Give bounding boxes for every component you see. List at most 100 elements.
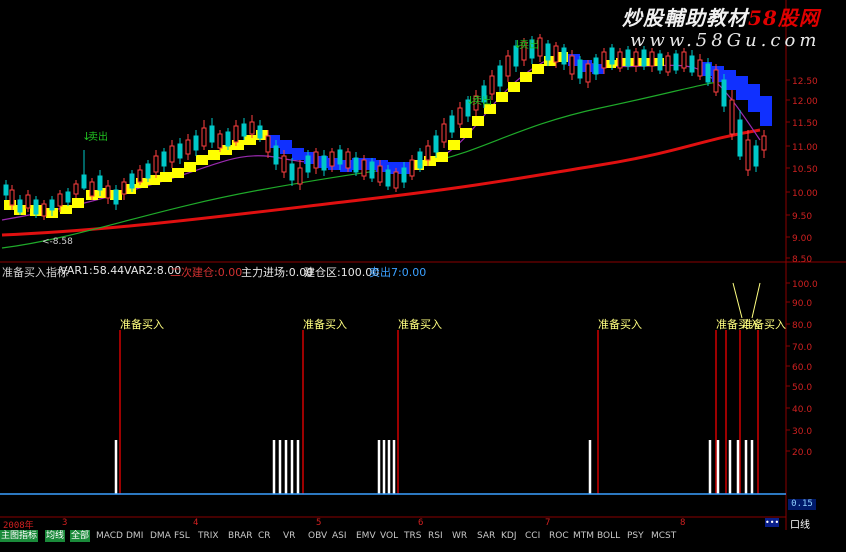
month-label: 4 (193, 518, 199, 528)
scroll-more-button[interactable]: ••• (765, 518, 779, 527)
main-force-value: 主力进场:0.00 (241, 266, 314, 279)
month-label: 5 (316, 518, 322, 528)
indicator-tab[interactable]: ASI (331, 530, 348, 542)
candle-body (257, 125, 263, 139)
candle-body (3, 184, 9, 196)
price-tick-label: 10.00 (792, 189, 818, 199)
price-tick-label: 11.00 (792, 143, 818, 153)
indicator-tab[interactable]: FSL (173, 530, 191, 542)
indicator-tab[interactable]: VOL (379, 530, 399, 542)
candle-body (89, 181, 95, 197)
candle-body (593, 57, 599, 75)
candle-body (65, 191, 71, 203)
candle-body (361, 159, 367, 177)
indicator-tab[interactable]: SAR (476, 530, 496, 542)
bear-band-segment (280, 140, 292, 154)
indicator-tab[interactable]: 均线 (45, 530, 66, 542)
candle-body (305, 155, 311, 173)
watermark-text: 炒股輔助教材 (622, 6, 748, 30)
stock-chart-window[interactable]: 12.50 12.00 11.50 11.00 10.50 10.00 9.50 9.00 8.… (0, 0, 846, 552)
candle-body (665, 55, 671, 73)
indicator-tab-bar[interactable]: 主图指标 均线 全部 MACD DMI DMA FSL TRIX BRAR CR VR OBV ASI E… (0, 530, 786, 542)
price-tick-label: 12.50 (792, 77, 818, 87)
indicator-tick-label: 90.0 (792, 299, 812, 309)
indicator-title[interactable]: 准备买入指标 (2, 264, 68, 280)
candle-body (217, 133, 223, 149)
price-tick-label: 9.00 (792, 234, 812, 244)
bull-band-segment (508, 82, 520, 92)
indicator-tab[interactable]: TRIX (197, 530, 220, 542)
indicator-tab[interactable]: 主图指标 (0, 530, 39, 542)
indicator-tab[interactable]: DMI (125, 530, 144, 542)
period-label[interactable]: 口线 (790, 516, 810, 531)
candle-body (745, 139, 751, 171)
watermark-url: www.58Gu.com (630, 30, 821, 51)
indicator-tick-label: 60.0 (792, 363, 812, 373)
candle-body (425, 145, 431, 161)
sell-signal-label: 卖出 (472, 94, 492, 107)
buy-signal-label: 准备买入 (303, 317, 347, 331)
candle-body (553, 45, 559, 63)
indicator-tab[interactable]: 全部 (70, 530, 91, 542)
build-zone-value: 建仓区:100.00 (304, 266, 380, 279)
candle-body (241, 123, 247, 137)
candle-body (737, 119, 743, 157)
indicator-tab[interactable]: KDJ (500, 530, 518, 542)
sell-signal-label: 卖出 (88, 130, 108, 143)
candle-body (153, 155, 159, 173)
candle-body (105, 185, 111, 199)
bull-band-segment (532, 64, 544, 74)
watermark-brand: 58股网 (748, 6, 820, 30)
candle-body (313, 151, 319, 169)
candle-body (441, 123, 447, 143)
candle-body (49, 199, 55, 211)
candle-body (433, 135, 439, 153)
bull-band-segment (460, 128, 472, 138)
candle-body (385, 169, 391, 187)
indicator-tab[interactable]: DMA (149, 530, 172, 542)
month-label: 3 (62, 518, 68, 528)
indicator-tab[interactable]: WR (451, 530, 468, 542)
candle-body (585, 63, 591, 83)
indicator-tab[interactable]: ROC (548, 530, 570, 542)
indicator-tick-label: 40.0 (792, 405, 812, 415)
indicator-tab[interactable]: EMV (355, 530, 377, 542)
indicator-tab[interactable]: PSY (626, 530, 645, 542)
bear-band-segment (748, 84, 760, 112)
candle-body (289, 163, 295, 181)
candle-body (329, 151, 335, 167)
indicator-tab[interactable]: BRAR (227, 530, 253, 542)
indicator-tab[interactable]: MACD (95, 530, 124, 542)
indicator-header[interactable]: 准备买入指标 VAR1:58.44 VAR2:8.00 二次建仓:0.00 主力… (0, 264, 786, 280)
bear-band-segment (736, 76, 748, 100)
date-axis: 2008年 3 4 5 6 7 8 (0, 518, 786, 531)
candle-body (401, 167, 407, 183)
indicator-tab[interactable]: OBV (307, 530, 328, 542)
indicator-tab[interactable]: BOLL (596, 530, 621, 542)
candle-body (201, 127, 207, 147)
signal-funnel (732, 282, 761, 319)
candle-body (337, 149, 343, 165)
indicator-tab[interactable]: TRS (403, 530, 422, 542)
indicator-tab[interactable]: CR (257, 530, 272, 542)
second-build-value: 二次建仓:0.00 (170, 266, 243, 279)
candle-body (753, 145, 759, 167)
indicator-tab[interactable]: VR (282, 530, 296, 542)
watermark-title: 炒股輔助教材58股网 (622, 2, 820, 31)
buy-signal-label: 准备买入 (598, 317, 642, 331)
indicator-tab[interactable]: MCST (650, 530, 677, 542)
candle-body (9, 189, 15, 206)
candle-body (185, 139, 191, 155)
bull-band-segment (184, 162, 196, 172)
indicator-tab[interactable]: MTM (572, 530, 595, 542)
indicator-tab[interactable]: CCI (524, 530, 541, 542)
candle-body (233, 125, 239, 143)
bull-band-segment (472, 116, 484, 126)
sell-signal-label: 卖出 (519, 38, 539, 51)
candle-body (569, 55, 575, 75)
indicator-tab[interactable]: RSI (427, 530, 444, 542)
month-label: 8 (680, 518, 686, 528)
sell-value: 卖出7:0.00 (369, 266, 427, 279)
candle-body (345, 151, 351, 169)
cursor-value-box: 0.15 (788, 499, 816, 510)
